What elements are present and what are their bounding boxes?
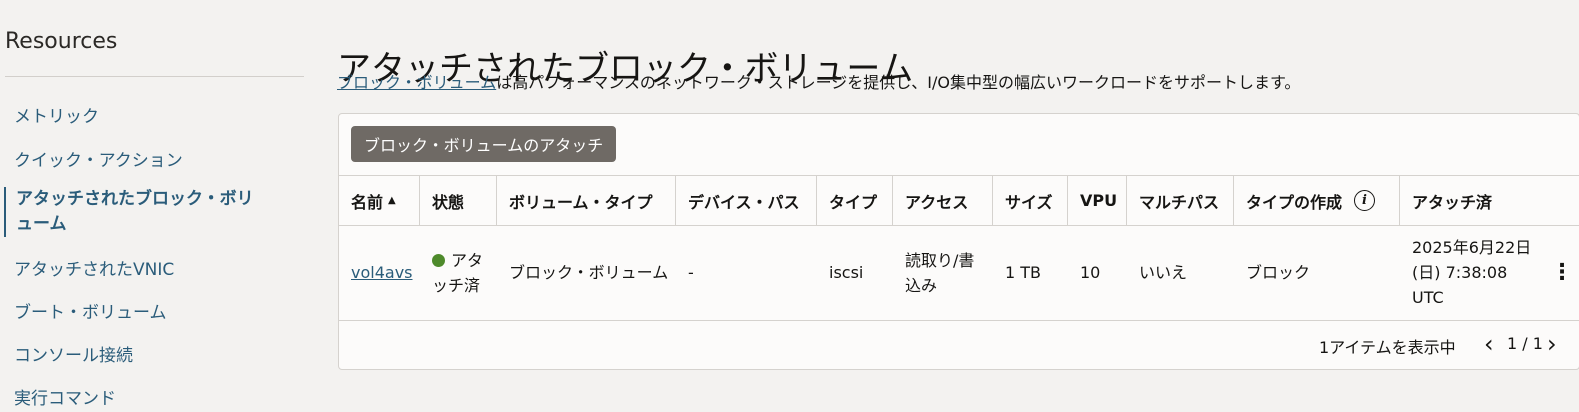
item-count: 1アイテムを表示中	[1319, 338, 1456, 357]
table-row: vol4avs アタッチ済 ブロック・ボリューム - iscsi 読取り/書込み…	[339, 225, 1579, 321]
next-page-icon[interactable]: ›	[1547, 330, 1557, 358]
column-label-name: 名前	[351, 192, 384, 212]
cell-volume-type: ブロック・ボリューム	[509, 263, 669, 282]
cell-size: 1 TB	[1005, 263, 1042, 282]
column-header-device-path: デバイス・パス	[676, 176, 817, 225]
sidebar-item-run-commands[interactable]: 実行コマンド	[14, 384, 116, 409]
column-header-volume-type: ボリューム・タイプ	[497, 176, 676, 225]
column-header-access: アクセス	[893, 176, 993, 225]
cell-device-path: -	[688, 263, 694, 282]
column-label-creation-type: タイプの作成	[1246, 192, 1343, 212]
cell-name: vol4avs	[339, 225, 420, 320]
sort-ascending-icon[interactable]: ▲	[388, 195, 396, 206]
block-volume-link[interactable]: ブロック・ボリューム	[337, 73, 496, 92]
status-dot-icon	[432, 253, 445, 267]
column-header-vpu: VPU	[1068, 176, 1127, 225]
column-header-attached: アタッチ済	[1412, 192, 1493, 212]
column-header-creation-type: タイプの作成 i	[1234, 176, 1400, 225]
column-header-state: 状態	[420, 176, 497, 225]
column-header-type: タイプ	[817, 176, 893, 225]
cell-vpu: 10	[1080, 263, 1101, 282]
cell-access: 読取り/書込み	[905, 250, 975, 295]
cell-type: iscsi	[829, 263, 864, 282]
sidebar-item-metrics[interactable]: メトリック	[14, 102, 99, 127]
sidebar-item-attached-block-volumes[interactable]: アタッチされたブロック・ボリューム	[4, 187, 256, 237]
cell-state: アタッチ済	[420, 225, 497, 320]
row-actions-menu-icon[interactable]: ⋮	[1551, 225, 1573, 320]
attach-block-volume-button[interactable]: ブロック・ボリュームのアタッチ	[351, 126, 617, 162]
info-icon[interactable]: i	[1354, 190, 1376, 211]
sidebar-divider	[5, 76, 304, 77]
description-text: は高パフォーマンスのネットワーク・ストレージを提供し、I/O集中型の幅広いワーク…	[496, 73, 1301, 92]
sidebar-item-quick-actions[interactable]: クイック・アクション	[14, 146, 183, 171]
cell-multipath: いいえ	[1139, 263, 1188, 282]
volume-name-link[interactable]: vol4avs	[351, 260, 413, 285]
cell-creation-type: ブロック	[1246, 263, 1311, 282]
resources-sidebar: Resources メトリック クイック・アクション アタッチされたブロック・ボ…	[0, 0, 310, 412]
table-header: 名前 ▲ 状態 ボリューム・タイプ デバイス・パス タイプ アクセス サイズ VP…	[339, 175, 1579, 226]
column-header-size: サイズ	[993, 176, 1068, 225]
sidebar-item-boot-volumes[interactable]: ブート・ボリューム	[14, 298, 167, 323]
column-header-name[interactable]: 名前 ▲	[339, 176, 420, 225]
sidebar-title: Resources	[5, 29, 118, 54]
column-header-multipath: マルチパス	[1127, 176, 1234, 225]
main-content: アタッチされたブロック・ボリューム ブロック・ボリュームは高パフォーマンスのネッ…	[337, 0, 1579, 412]
page-description: ブロック・ボリュームは高パフォーマンスのネットワーク・ストレージを提供し、I/O…	[337, 69, 1300, 93]
sidebar-item-attached-vnics[interactable]: アタッチされたVNIC	[14, 255, 174, 280]
cell-attached: 2025年6月22日(日) 7:38:08 UTC	[1412, 238, 1532, 307]
page-indicator: 1 / 1	[1507, 334, 1543, 353]
previous-page-icon[interactable]: ‹	[1484, 330, 1494, 358]
sidebar-item-console-connections[interactable]: コンソール接続	[14, 341, 133, 366]
volumes-panel: ブロック・ボリュームのアタッチ 名前 ▲ 状態 ボリューム・タイプ デバイス・パス…	[338, 113, 1579, 370]
